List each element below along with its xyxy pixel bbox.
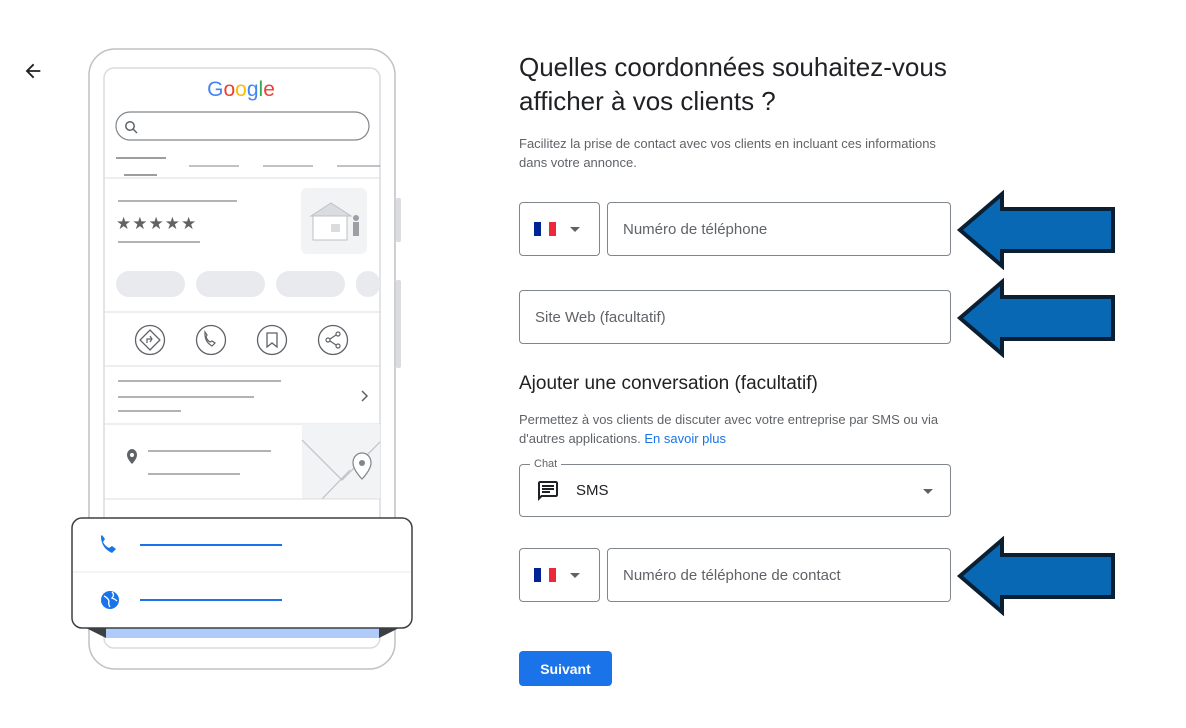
dropdown-arrow-icon (570, 572, 580, 578)
map-thumbnail (301, 424, 381, 500)
chat-description: Permettez à vos clients de discuter avec… (519, 410, 959, 448)
chat-label: Chat (530, 457, 562, 471)
arrow-left-icon (25, 63, 41, 79)
contact-country-code-select[interactable] (519, 548, 600, 602)
chat-select[interactable]: Chat SMS (519, 457, 951, 517)
chat-section-title: Ajouter une conversation (facultatif) (519, 373, 818, 394)
chat-select-value: SMS (576, 482, 609, 499)
france-flag-icon (534, 568, 556, 582)
page-title: Quelles coordonnées souhaitez-vous affic… (519, 52, 947, 116)
contact-card (71, 517, 413, 629)
google-logo: Google (207, 78, 275, 101)
chevron-down-icon (923, 489, 933, 494)
message-icon (538, 480, 558, 501)
annotation-arrow-2 (956, 278, 1115, 358)
country-code-select[interactable] (519, 202, 600, 256)
page-description: Facilitez la prise de contact avec vos c… (519, 136, 936, 170)
back-button[interactable] (22, 60, 44, 82)
globe-icon (101, 591, 119, 609)
website-input[interactable]: Site Web (facultatif) (519, 290, 951, 344)
dropdown-arrow-icon (570, 226, 580, 232)
phone-input[interactable]: Numéro de téléphone (607, 202, 951, 256)
rating-stars: ★★★★★ (116, 214, 197, 234)
phone-illustration: Google ★★★★★ (71, 48, 413, 670)
annotation-arrow-1 (956, 190, 1115, 270)
annotation-arrow-3 (956, 536, 1115, 616)
contact-phone-input[interactable]: Numéro de téléphone de contact (607, 548, 951, 602)
france-flag-icon (534, 222, 556, 236)
chat-description-text: Permettez à vos clients de discuter avec… (519, 412, 939, 446)
learn-more-link[interactable]: En savoir plus (644, 431, 726, 446)
next-button[interactable]: Suivant (519, 651, 612, 686)
